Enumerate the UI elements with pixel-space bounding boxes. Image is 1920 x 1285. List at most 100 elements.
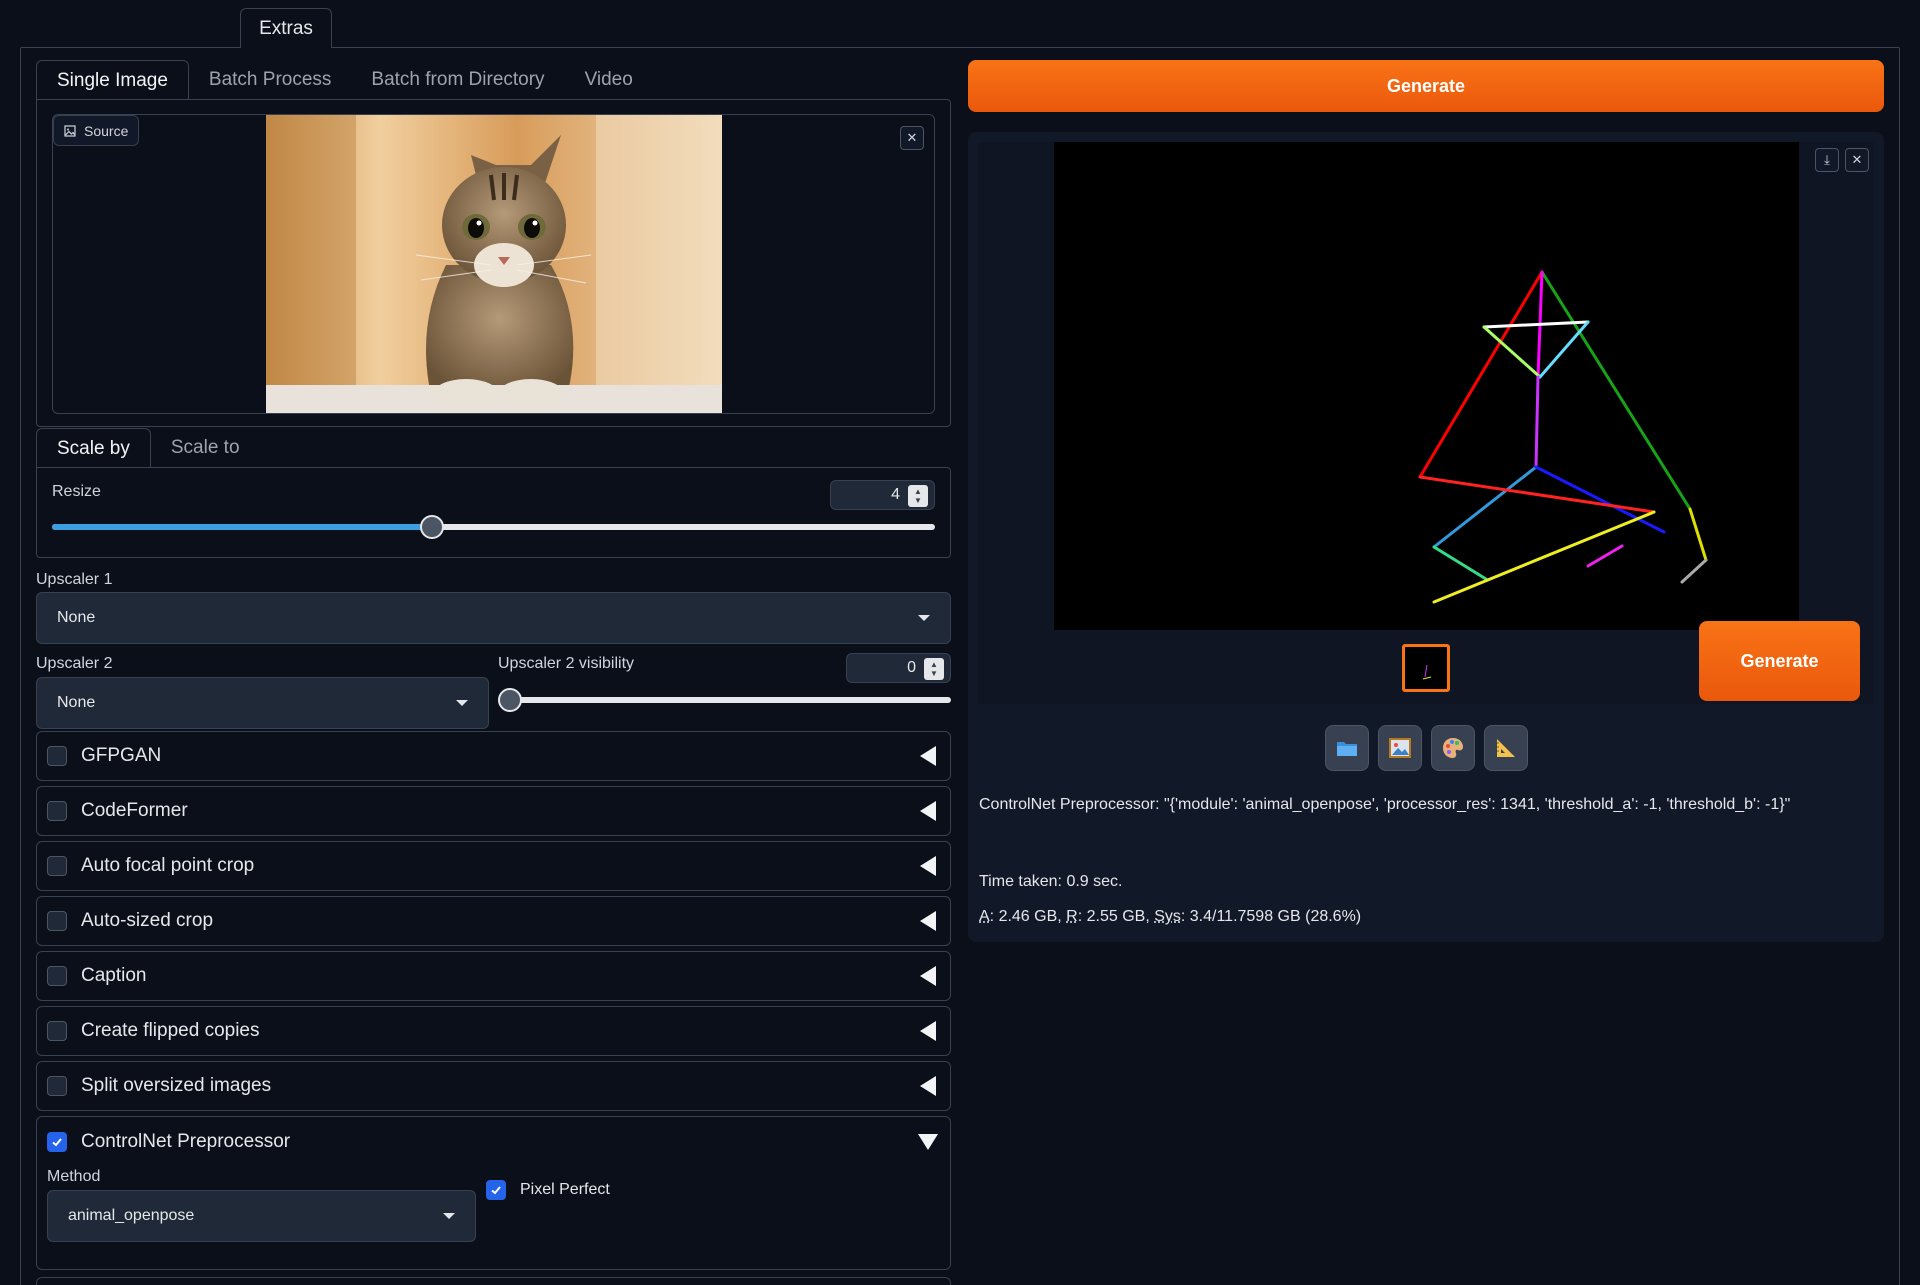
cat-source-image (266, 115, 722, 413)
tab-batch-process[interactable]: Batch Process (189, 60, 352, 100)
split-oversized-images-label: Split oversized images (81, 1075, 272, 1096)
expand-arrow-icon[interactable] (920, 1021, 936, 1041)
upscaler2-visibility-spinner[interactable]: ▲ ▼ (924, 658, 944, 680)
thumbnail-image (1422, 664, 1432, 680)
source-label-text: Source (84, 122, 129, 139)
resize-label: Resize (52, 483, 101, 500)
accordion-split-oversized-images[interactable]: Split oversized images (36, 1061, 951, 1111)
tab-single-image[interactable]: Single Image (36, 60, 189, 100)
expand-arrow-icon[interactable] (920, 856, 936, 876)
gallery-thumbnail[interactable] (1402, 644, 1450, 692)
upscaler1-dropdown[interactable]: None (36, 592, 951, 644)
expand-arrow-icon[interactable] (920, 911, 936, 931)
create-flipped-copies-checkbox[interactable] (47, 1021, 67, 1041)
resize-slider-fill (52, 524, 432, 530)
resize-number-input[interactable]: 4 ▲ ▼ (830, 480, 935, 510)
tab-video[interactable]: Video (565, 60, 653, 100)
scale-tabs: Scale by Scale to (36, 428, 260, 468)
resize-spinner[interactable]: ▲ ▼ (908, 485, 928, 507)
source-label: Source (53, 115, 140, 146)
source-image-dropzone[interactable]: Source ✕ (52, 114, 935, 414)
pixel-perfect-checkbox[interactable] (486, 1180, 506, 1200)
accordion-create-flipped-copies[interactable]: Create flipped copies (36, 1006, 951, 1056)
tab-extras[interactable]: Extras (240, 8, 332, 48)
download-icon: ⤓ (1824, 152, 1830, 167)
output-toolbar (1325, 725, 1528, 771)
upscaler2-visibility-label: Upscaler 2 visibility (498, 655, 635, 672)
method-label: Method (47, 1168, 101, 1185)
method-value: animal_openpose (68, 1207, 195, 1224)
pixel-perfect-option[interactable]: Pixel Perfect (486, 1180, 610, 1200)
upscaler2-value: None (57, 694, 96, 711)
codeformer-label: CodeFormer (81, 800, 188, 821)
accordion-gfpgan[interactable]: GFPGAN (36, 731, 951, 781)
image-icon (1389, 738, 1411, 758)
split-oversized-images-checkbox[interactable] (47, 1076, 67, 1096)
accordion-controlnet-preprocessor: ControlNet Preprocessor Method animal_op… (36, 1116, 951, 1270)
close-icon: ✕ (1851, 152, 1863, 167)
image-tabs: Single Image Batch Process Batch from Di… (36, 60, 653, 100)
mem-a-value: : 2.46 GB, (989, 908, 1067, 925)
upscaler2-visibility-slider-track[interactable] (510, 697, 951, 703)
caption-checkbox[interactable] (47, 966, 67, 986)
gfpgan-checkbox[interactable] (47, 746, 67, 766)
upscaler1-value: None (57, 609, 96, 626)
accordion-caption[interactable]: Caption (36, 951, 951, 1001)
caption-label: Caption (81, 965, 147, 986)
resize-slider-track[interactable] (52, 524, 935, 530)
tab-scale-by[interactable]: Scale by (36, 428, 151, 468)
auto-sized-crop-label: Auto-sized crop (81, 910, 214, 931)
mem-sys-label: Sys (1154, 908, 1181, 925)
expand-arrow-icon[interactable] (920, 966, 936, 986)
expand-arrow-icon[interactable] (920, 746, 936, 766)
tab-scale-to[interactable]: Scale to (151, 428, 260, 468)
tab-batch-from-directory[interactable]: Batch from Directory (351, 60, 564, 100)
expand-arrow-icon[interactable] (920, 1076, 936, 1096)
chevron-down-icon (443, 1213, 455, 1219)
image-icon (64, 124, 76, 137)
upscaler2-dropdown[interactable]: None (36, 677, 489, 729)
auto-sized-crop-checkbox[interactable] (47, 911, 67, 931)
download-button[interactable]: ⤓ (1815, 148, 1839, 172)
resize-slider-handle[interactable] (419, 515, 444, 539)
generate-button[interactable]: Generate (968, 60, 1884, 112)
accordion-auto-sized-crop[interactable]: Auto-sized crop (36, 896, 951, 946)
upscaler2-visibility-value: 0 (907, 659, 916, 676)
create-flipped-copies-label: Create flipped copies (81, 1020, 260, 1041)
accordion-auto-focal-point-crop[interactable]: Auto focal point crop (36, 841, 951, 891)
upscaler2-visibility-slider-handle[interactable] (498, 688, 522, 712)
controlnet-header[interactable]: ControlNet Preprocessor (47, 1131, 940, 1153)
close-gallery-button[interactable]: ✕ (1845, 148, 1869, 172)
gfpgan-label: GFPGAN (81, 745, 162, 766)
accordion-codeformer[interactable]: CodeFormer (36, 786, 951, 836)
generate-overlay-button[interactable]: Generate (1699, 621, 1860, 701)
scale-by-panel (36, 467, 951, 558)
openpose-result-image[interactable] (1054, 142, 1799, 630)
upscaler2-label: Upscaler 2 (36, 655, 113, 672)
method-dropdown[interactable]: animal_openpose (47, 1190, 476, 1242)
checkmark-icon (52, 1138, 62, 1147)
clear-image-button[interactable]: ✕ (900, 126, 924, 150)
auto-focal-point-crop-checkbox[interactable] (47, 856, 67, 876)
folder-icon (1337, 742, 1357, 756)
mem-r-value: : 2.55 GB, (1077, 908, 1155, 925)
checkmark-icon (491, 1186, 501, 1195)
pixel-perfect-label: Pixel Perfect (520, 1181, 610, 1198)
codeformer-checkbox[interactable] (47, 801, 67, 821)
time-taken: Time taken: 0.9 sec. (979, 873, 1123, 890)
send-to-inpaint-button[interactable] (1431, 725, 1475, 771)
send-to-img2img-button[interactable] (1378, 725, 1422, 771)
expand-arrow-icon[interactable] (920, 801, 936, 821)
upscaler2-visibility-input[interactable]: 0 ▲ ▼ (846, 653, 951, 683)
auto-focal-point-crop-label: Auto focal point crop (81, 855, 255, 876)
open-folder-button[interactable] (1325, 725, 1369, 771)
send-to-extras-button[interactable] (1484, 725, 1528, 771)
memory-usage: A: 2.46 GB, R: 2.55 GB, Sys: 3.4/11.7598… (979, 908, 1361, 926)
mem-sys-value: : 3.4/11.7598 GB (28.6%) (1180, 908, 1362, 925)
generation-info: ControlNet Preprocessor: "{'module': 'an… (979, 796, 1791, 813)
collapse-arrow-icon[interactable] (918, 1134, 938, 1150)
close-icon: ✕ (906, 130, 918, 145)
upscaler1-label: Upscaler 1 (36, 571, 113, 588)
controlnet-checkbox[interactable] (47, 1132, 67, 1152)
chevron-down-icon (918, 615, 930, 621)
